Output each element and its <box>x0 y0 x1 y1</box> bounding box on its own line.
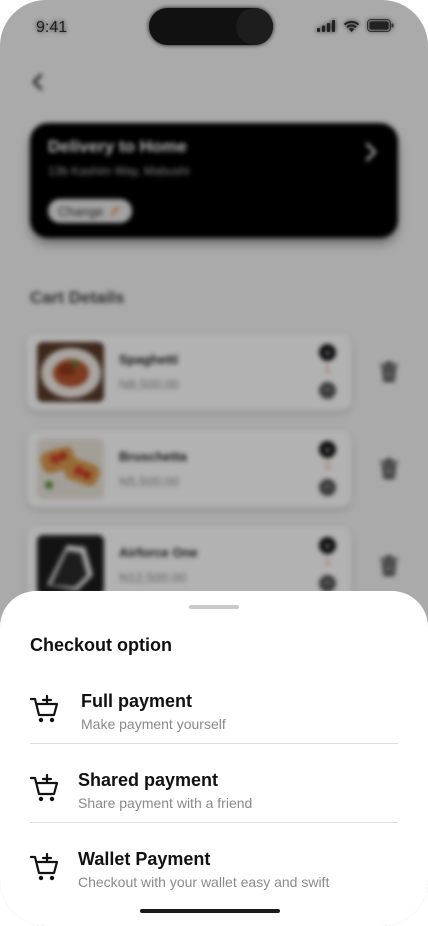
option-title: Full payment <box>81 691 193 711</box>
option-subtitle: Make payment yourself <box>81 716 226 732</box>
status-icons <box>317 19 394 32</box>
dynamic-island <box>149 8 273 45</box>
cart-add-icon <box>30 853 59 881</box>
option-subtitle: Checkout with your wallet easy and swift <box>78 874 330 890</box>
checkout-bottom-sheet: Checkout option Full payment Make paymen… <box>0 591 428 926</box>
cart-add-icon <box>30 695 59 723</box>
home-indicator <box>140 909 280 913</box>
signal-icon <box>317 19 335 32</box>
status-time: 9:41 <box>36 19 68 36</box>
phone-screen: 9:41 Delivery to Home 13b Kashim Way, Ma… <box>0 0 428 926</box>
divider <box>30 743 398 744</box>
divider <box>30 822 398 823</box>
sheet-drag-handle[interactable] <box>189 605 239 609</box>
wifi-icon <box>343 20 360 32</box>
battery-icon <box>367 19 394 32</box>
option-title: Shared payment <box>78 770 219 790</box>
wallet-payment-option[interactable]: Wallet Payment Checkout with your wallet… <box>30 833 398 912</box>
cart-add-icon <box>30 774 59 802</box>
option-subtitle: Share payment with a friend <box>78 795 253 811</box>
checkout-title: Checkout option <box>30 635 172 655</box>
status-bar-overlay: 9:41 <box>0 0 428 56</box>
option-title: Wallet Payment <box>78 849 211 869</box>
